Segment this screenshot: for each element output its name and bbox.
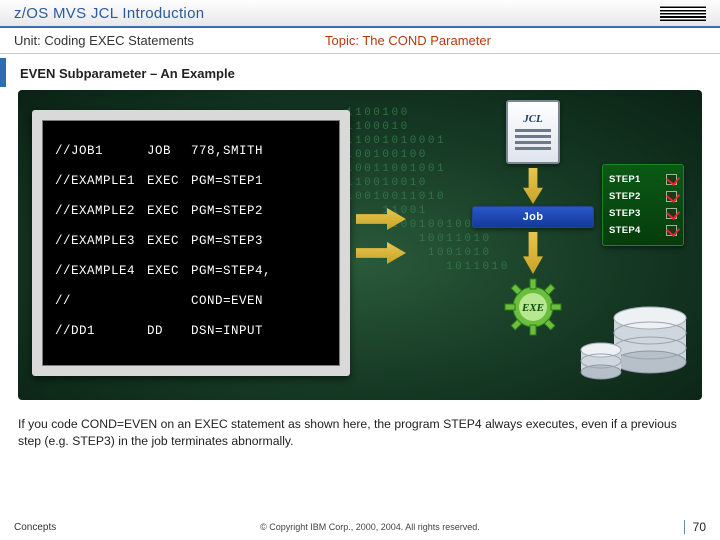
job-bar: Job xyxy=(472,206,594,228)
code-terminal: //JOB1JOB778,SMITH //EXAMPLE1EXECPGM=STE… xyxy=(32,110,350,376)
copyright: © Copyright IBM Corp., 2000, 2004. All r… xyxy=(56,522,683,532)
checkmark-icon xyxy=(666,208,677,219)
jcl-document-icon: JCL xyxy=(506,100,560,164)
explanatory-note: If you code COND=EVEN on an EXEC stateme… xyxy=(0,400,720,450)
code-row: //EXAMPLE4EXECPGM=STEP4, xyxy=(55,257,281,285)
jcl-label: JCL xyxy=(523,113,543,125)
footer-left: Concepts xyxy=(14,522,56,533)
checkmark-icon xyxy=(666,225,677,236)
checkmark-icon xyxy=(666,174,677,185)
step-row: STEP4 xyxy=(609,222,677,239)
ibm-logo xyxy=(660,5,706,21)
subheader: Unit: Coding EXEC Statements Topic: The … xyxy=(0,28,720,54)
code-screen: //JOB1JOB778,SMITH //EXAMPLE1EXECPGM=STE… xyxy=(42,120,340,366)
step-row: STEP3 xyxy=(609,205,677,222)
topic-label: Topic: The COND Parameter xyxy=(320,33,491,48)
jcl-code-table: //JOB1JOB778,SMITH //EXAMPLE1EXECPGM=STE… xyxy=(53,135,283,347)
section-title: EVEN Subparameter – An Example xyxy=(0,58,720,87)
code-row: //COND=EVEN xyxy=(55,287,281,315)
code-row: //EXAMPLE1EXECPGM=STEP1 xyxy=(55,167,281,195)
unit-label: Unit: Coding EXEC Statements xyxy=(0,33,320,48)
step-row: STEP1 xyxy=(609,171,677,188)
checkmark-icon xyxy=(666,191,677,202)
disk-cylinder-icon xyxy=(578,342,624,382)
title-bar: z/OS MVS JCL Introduction xyxy=(0,0,720,28)
code-row: //JOB1JOB778,SMITH xyxy=(55,137,281,165)
step-row: STEP2 xyxy=(609,188,677,205)
page-number: 70 xyxy=(684,520,706,534)
exe-gear-icon: EXE xyxy=(504,278,562,336)
course-title: z/OS MVS JCL Introduction xyxy=(14,5,204,22)
svg-text:EXE: EXE xyxy=(521,302,544,314)
steps-panel: STEP1 STEP2 STEP3 STEP4 xyxy=(602,164,684,246)
footer: Concepts © Copyright IBM Corp., 2000, 20… xyxy=(0,520,720,534)
code-row: //DD1DDDSN=INPUT xyxy=(55,317,281,345)
code-row: //EXAMPLE2EXECPGM=STEP2 xyxy=(55,197,281,225)
illustration: 1100100 1100010 11001010001 100100100 10… xyxy=(18,90,702,400)
code-row: //EXAMPLE3EXECPGM=STEP3 xyxy=(55,227,281,255)
